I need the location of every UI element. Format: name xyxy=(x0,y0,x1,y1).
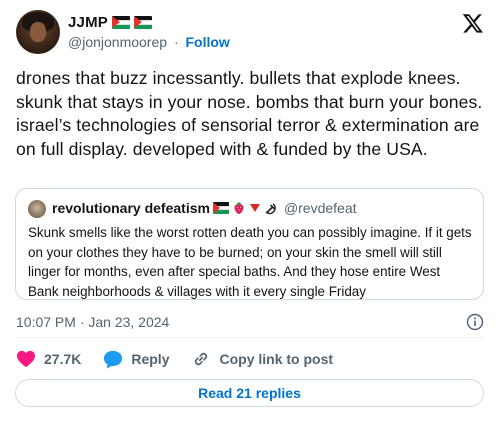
quoted-tweet-text: Skunk smells like the worst rotten death… xyxy=(28,225,472,300)
author-name[interactable]: JJMP xyxy=(68,14,108,31)
info-icon[interactable] xyxy=(466,313,484,331)
like-button[interactable]: 27.7K xyxy=(16,350,81,368)
hammer-sickle-icon xyxy=(265,202,276,214)
tweet-text: drones that buzz incessantly. bullets th… xyxy=(16,68,483,159)
follow-button[interactable]: Follow xyxy=(186,34,230,50)
like-count: 27.7K xyxy=(44,351,82,367)
triangle-icon xyxy=(249,204,260,212)
strawberry-icon xyxy=(234,202,244,214)
reply-button[interactable]: Reply xyxy=(103,350,169,369)
read-replies-label: Read 21 replies xyxy=(198,385,301,401)
author-name-row[interactable]: JJMP xyxy=(68,14,152,31)
quoted-author-name: revolutionary defeatism xyxy=(52,200,210,216)
link-icon xyxy=(195,352,208,366)
heart-icon xyxy=(17,350,35,368)
quoted-author-handle: @revdefeat xyxy=(283,200,357,216)
reply-bubble-icon xyxy=(104,350,123,369)
author-handle[interactable]: @jonjonmoorep xyxy=(68,34,167,50)
palestine-flag-icon xyxy=(212,202,229,214)
copy-link-button[interactable]: Copy link to post xyxy=(191,349,333,369)
post-timestamp[interactable]: 10:07 PM · Jan 23, 2024 xyxy=(16,314,169,330)
quoted-author-row: revolutionary defeatism @revdefeat xyxy=(52,200,357,216)
reply-label: Reply xyxy=(131,351,170,367)
x-logo-icon[interactable] xyxy=(462,12,484,34)
quoted-tweet-card[interactable]: revolutionary defeatism @revdefeat Skunk… xyxy=(15,188,484,300)
palestine-flag-icon xyxy=(112,16,130,29)
quoted-avatar xyxy=(28,200,46,218)
separator-dot: · xyxy=(173,34,179,50)
read-replies-button[interactable]: Read 21 replies xyxy=(15,379,484,407)
copy-link-label: Copy link to post xyxy=(219,351,334,367)
action-bar: 27.7K Reply Copy link to post xyxy=(16,348,355,370)
author-avatar[interactable] xyxy=(16,10,60,54)
author-handle-row: @jonjonmoorep · Follow xyxy=(68,34,230,50)
divider xyxy=(16,337,484,338)
palestine-flag-icon xyxy=(134,16,152,29)
